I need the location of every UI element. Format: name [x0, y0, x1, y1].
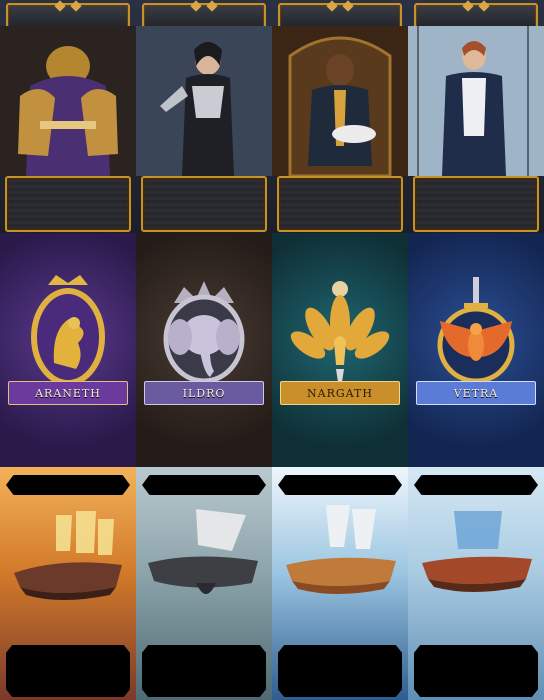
card-text-plate	[277, 176, 403, 232]
card-text-plate	[142, 645, 266, 697]
crest-card-vetra[interactable]: VETRA	[408, 233, 544, 467]
card-name-plate	[142, 475, 266, 495]
crest-card-ildro[interactable]: ILDRO	[136, 233, 272, 467]
samurai-portrait-icon	[0, 26, 136, 176]
character-card-4[interactable]	[408, 0, 544, 233]
naval-officer-portrait-icon	[408, 26, 544, 176]
blue-sail-airship-icon	[422, 511, 532, 592]
card-grid: ARANETH ILDRO NARGATH VETRA	[0, 0, 544, 700]
airship-card-2[interactable]	[136, 467, 272, 700]
duelist-portrait-icon	[136, 26, 272, 176]
crest-card-nargath[interactable]: NARGATH	[272, 233, 408, 467]
card-text-plate	[414, 645, 538, 697]
card-name-plate	[6, 475, 130, 495]
steel-airship-icon	[148, 509, 258, 594]
card-text-plate	[413, 176, 539, 232]
card-text-plate	[6, 645, 130, 697]
crest-banner: ARANETH	[8, 381, 128, 405]
card-name-plate	[414, 475, 538, 495]
card-name-plate	[278, 475, 402, 495]
crest-banner: NARGATH	[280, 381, 400, 405]
merchant-portrait-icon	[272, 26, 408, 176]
character-card-1[interactable]	[0, 0, 136, 233]
card-text-plate	[141, 176, 267, 232]
airship-card-4[interactable]	[408, 467, 544, 700]
copper-airship-icon	[286, 505, 396, 594]
golden-airship-icon	[14, 511, 122, 600]
crest-card-araneth[interactable]: ARANETH	[0, 233, 136, 467]
card-text-plate	[278, 645, 402, 697]
crest-banner: VETRA	[416, 381, 536, 405]
airship-card-1[interactable]	[0, 467, 136, 700]
airship-card-3[interactable]	[272, 467, 408, 700]
character-card-3[interactable]	[272, 0, 408, 233]
crest-banner: ILDRO	[144, 381, 264, 405]
card-text-plate	[5, 176, 131, 232]
character-card-2[interactable]	[136, 0, 272, 233]
